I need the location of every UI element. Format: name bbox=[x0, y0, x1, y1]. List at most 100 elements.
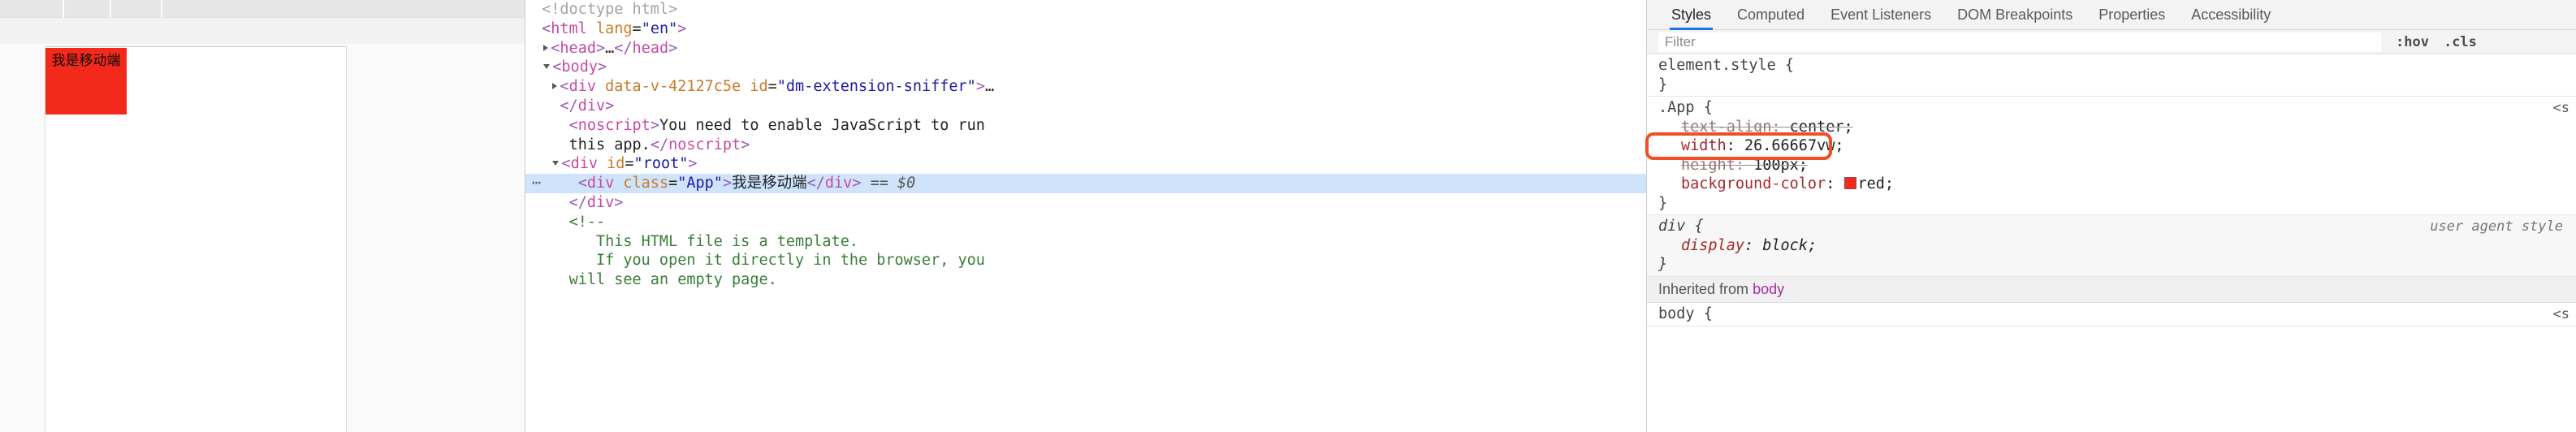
dom-token: > bbox=[741, 136, 750, 153]
app-red-box: 我是移动端 bbox=[45, 48, 127, 114]
tab-properties[interactable]: Properties bbox=[2085, 0, 2178, 30]
dom-token: > bbox=[605, 97, 615, 114]
dom-node-row[interactable]: </div> bbox=[525, 97, 1646, 116]
css-rule-block[interactable]: element.style {} bbox=[1647, 54, 2576, 97]
css-property-value[interactable]: 100px; bbox=[1753, 157, 1808, 174]
dom-token: lang bbox=[595, 19, 633, 37]
dom-node-row[interactable]: <div data-v-42127c5e id="dm-extension-sn… bbox=[525, 77, 1646, 97]
dom-token: div bbox=[577, 97, 606, 114]
dom-node-row[interactable]: </div> bbox=[525, 193, 1646, 213]
dom-token bbox=[598, 155, 607, 172]
css-declaration[interactable]: width: 26.66667vw; bbox=[1658, 136, 2576, 156]
dom-token: head bbox=[632, 39, 669, 57]
css-colon: : bbox=[1771, 118, 1790, 136]
elements-dom-pane[interactable]: <!doctype html> <html lang="en"> <head>…… bbox=[525, 0, 1646, 432]
device-toolbar-strip bbox=[0, 18, 525, 44]
dom-token: = bbox=[632, 19, 642, 37]
styles-filter-row[interactable]: :hov .cls bbox=[1647, 30, 2576, 54]
toolbar-divider bbox=[110, 0, 111, 18]
styles-filter-input[interactable] bbox=[1658, 32, 2381, 52]
node-menu-ellipsis-icon[interactable]: ⋯ bbox=[532, 174, 542, 193]
css-property-value[interactable]: 26.66667vw; bbox=[1744, 137, 1844, 154]
css-selector[interactable]: element.style { bbox=[1658, 56, 2576, 76]
dom-node-row[interactable]: <head>…</head> bbox=[525, 39, 1646, 58]
dom-token: This HTML file is a template. bbox=[595, 232, 858, 250]
dom-token: … bbox=[605, 39, 615, 57]
dom-node-row[interactable]: <!doctype html> bbox=[525, 0, 1646, 19]
css-selector[interactable]: body { bbox=[1658, 305, 2576, 324]
inherited-from-node[interactable]: body bbox=[1753, 281, 1784, 297]
dom-token: noscript bbox=[577, 116, 650, 134]
chevron-down-icon[interactable] bbox=[543, 64, 551, 70]
color-swatch-icon[interactable] bbox=[1843, 177, 1856, 189]
css-rule-block[interactable]: div {display: block;} user agent style bbox=[1647, 215, 2576, 277]
css-declaration[interactable]: background-color: red; bbox=[1658, 175, 2576, 194]
css-declaration[interactable]: text-align: center; bbox=[1658, 118, 2576, 137]
page-preview-pane[interactable]: 我是移动端 bbox=[0, 18, 525, 432]
css-rule-close-brace: } bbox=[1658, 256, 1668, 273]
dom-node-row[interactable]: If you open it directly in the browser, … bbox=[525, 251, 1646, 270]
tab-accessibility[interactable]: Accessibility bbox=[2178, 0, 2284, 30]
dom-node-row-selected[interactable]: ⋯ <div class="App">我是移动端</div> == $0 bbox=[525, 174, 1646, 193]
styles-sidebar-pane[interactable]: Styles Computed Event Listeners DOM Breakpo… bbox=[1646, 0, 2576, 432]
css-colon: : bbox=[1726, 137, 1744, 154]
device-viewport[interactable]: 我是移动端 bbox=[45, 46, 347, 432]
dom-token: this app. bbox=[568, 136, 650, 153]
dom-token: class bbox=[623, 175, 669, 192]
dom-token: "root" bbox=[633, 155, 689, 173]
dom-node-row[interactable]: <!-- bbox=[525, 213, 1646, 232]
dom-tree[interactable]: <!doctype html> <html lang="en"> <head>…… bbox=[525, 0, 1646, 290]
css-property-name[interactable]: background-color bbox=[1681, 175, 1826, 192]
tab-event-listeners[interactable]: Event Listeners bbox=[1817, 0, 1944, 30]
chevron-down-icon[interactable] bbox=[552, 161, 560, 166]
dom-node-row[interactable]: this app.</noscript> bbox=[525, 136, 1646, 155]
dom-token: > bbox=[668, 39, 678, 57]
dom-token: div bbox=[570, 155, 598, 173]
styles-filter-actions[interactable]: :hov .cls bbox=[2396, 34, 2477, 50]
toolbar-divider bbox=[63, 0, 64, 18]
dom-token: </ bbox=[650, 136, 669, 153]
css-rule-source-link[interactable]: <s bbox=[2553, 99, 2570, 119]
css-declaration[interactable]: height: 100px; bbox=[1658, 156, 2576, 175]
css-property-name[interactable]: text-align bbox=[1681, 119, 1771, 136]
dom-token: "App" bbox=[677, 175, 723, 192]
dom-token: noscript bbox=[668, 136, 741, 153]
css-property-name[interactable]: display bbox=[1681, 237, 1744, 254]
tab-computed[interactable]: Computed bbox=[1724, 0, 1817, 30]
dom-node-row[interactable]: <div id="root"> bbox=[525, 154, 1646, 174]
dom-node-row[interactable]: will see an empty page. bbox=[525, 270, 1646, 290]
css-rule-source-link[interactable]: <s bbox=[2553, 305, 2570, 325]
styles-rules-list[interactable]: element.style {} .App {text-align: center… bbox=[1647, 54, 2576, 326]
dom-token: > bbox=[597, 58, 607, 76]
css-declaration[interactable]: display: block; bbox=[1658, 236, 2576, 256]
css-property-name[interactable]: height bbox=[1681, 157, 1735, 174]
inherited-from-label: Inherited from bbox=[1658, 280, 1749, 297]
tab-styles[interactable]: Styles bbox=[1658, 0, 1724, 30]
tab-dom-breakpoints[interactable]: DOM Breakpoints bbox=[1944, 0, 2085, 30]
css-property-name[interactable]: width bbox=[1681, 137, 1727, 154]
dom-node-row[interactable]: This HTML file is a template. bbox=[525, 232, 1646, 252]
dom-node-row[interactable]: <body> bbox=[525, 58, 1646, 77]
chevron-right-icon[interactable] bbox=[543, 44, 549, 51]
css-property-value[interactable]: block; bbox=[1762, 237, 1817, 254]
dom-token: id bbox=[607, 155, 625, 173]
dom-token: = bbox=[767, 78, 777, 96]
filter-action-cls[interactable]: .cls bbox=[2444, 34, 2477, 50]
filter-action-hov[interactable]: :hov bbox=[2396, 34, 2429, 50]
dom-node-row[interactable]: <html lang="en"> bbox=[525, 19, 1646, 39]
css-property-value[interactable]: red; bbox=[1858, 175, 1895, 192]
chevron-right-icon[interactable] bbox=[552, 83, 558, 90]
css-selector[interactable]: .App { bbox=[1658, 98, 2576, 118]
css-rule-block[interactable]: .App {text-align: center; width: 26.66667… bbox=[1647, 97, 2576, 215]
css-rule-block[interactable]: body {<s bbox=[1647, 303, 2576, 326]
css-property-value[interactable]: center; bbox=[1790, 119, 1853, 136]
dom-token: < bbox=[560, 78, 569, 96]
dom-node-row[interactable]: <noscript>You need to enable JavaScript … bbox=[525, 116, 1646, 136]
styles-tabbar[interactable]: Styles Computed Event Listeners DOM Breakpo… bbox=[1647, 0, 2576, 30]
app-box-label: 我是移动端 bbox=[51, 53, 121, 69]
